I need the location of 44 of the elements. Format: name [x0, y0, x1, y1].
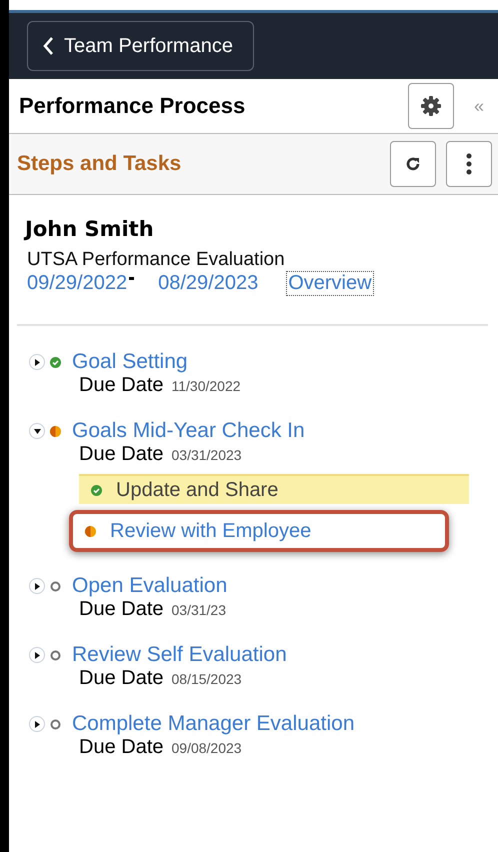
due-date-label: Due Date: [79, 667, 164, 690]
caret-right-icon: [34, 652, 40, 658]
step-link[interactable]: Complete Manager Evaluation: [72, 712, 354, 736]
due-date-label: Due Date: [79, 598, 164, 621]
overview-link[interactable]: Overview: [286, 271, 374, 296]
due-date-label: Due Date: [79, 374, 164, 397]
settings-button[interactable]: [408, 83, 454, 129]
due-date-label: Due Date: [79, 443, 164, 466]
employee-name: John Smith: [25, 217, 155, 241]
end-date: 08/29/2023: [158, 272, 258, 295]
start-date: 09/29/2022: [27, 272, 128, 295]
caret-right-icon: [34, 720, 40, 728]
highlighted-task-item[interactable]: Review with Employee: [69, 510, 449, 552]
more-icon: [466, 153, 472, 175]
caret-right-icon: [34, 358, 40, 366]
chevron-left-icon: [42, 36, 54, 56]
due-date: 03/31/2023: [172, 447, 242, 463]
collapse-button[interactable]: «: [468, 96, 490, 116]
expand-toggle[interactable]: [29, 354, 45, 370]
dash-mark: [129, 277, 134, 280]
more-button[interactable]: [446, 141, 492, 187]
expand-toggle[interactable]: [29, 647, 45, 663]
panel-title: Performance Process: [19, 93, 246, 119]
refresh-button[interactable]: [390, 141, 436, 187]
back-button[interactable]: Team Performance: [27, 21, 254, 71]
caret-down-icon: [34, 428, 40, 434]
settings-icon: [420, 95, 442, 117]
due-date: 03/31/23: [172, 602, 226, 618]
refresh-icon: [405, 156, 421, 172]
expand-toggle[interactable]: [29, 578, 45, 594]
expand-toggle[interactable]: [29, 423, 45, 439]
expand-toggle[interactable]: [29, 716, 45, 732]
due-date: 11/30/2022: [172, 378, 241, 394]
task-item[interactable]: Update and Share: [79, 474, 469, 504]
due-date: 09/08/2023: [172, 740, 242, 756]
section-title: Steps and Tasks: [17, 152, 182, 176]
step-link[interactable]: Open Evaluation: [72, 574, 228, 598]
caret-right-icon: [34, 582, 40, 590]
due-date-label: Due Date: [79, 736, 164, 759]
step-link[interactable]: Review Self Evaluation: [72, 643, 287, 667]
step-link[interactable]: Goals Mid-Year Check In: [72, 419, 305, 443]
step-link[interactable]: Goal Setting: [72, 350, 188, 374]
due-date: 08/15/2023: [172, 671, 242, 687]
document-title: UTSA Performance Evaluation: [27, 249, 286, 271]
